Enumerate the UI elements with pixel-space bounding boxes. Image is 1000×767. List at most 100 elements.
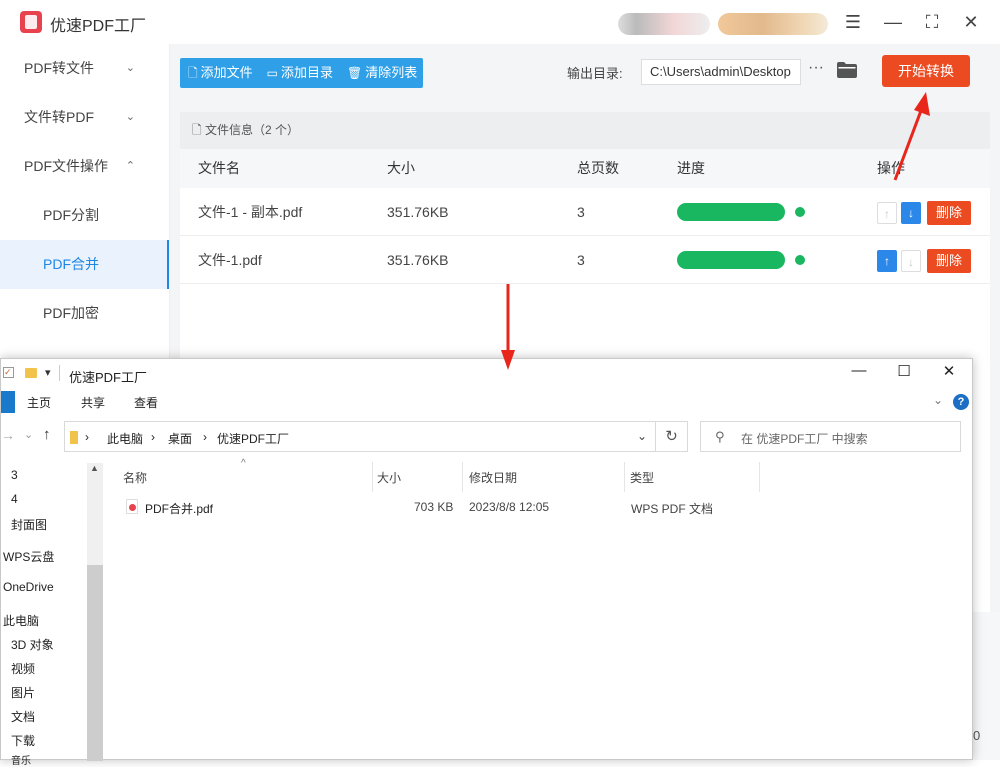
close-icon[interactable]: ✕ bbox=[937, 362, 961, 380]
table-row[interactable]: 文件-1 - 副本.pdf 351.76KB 3 ↑ ↓ 删除 bbox=[180, 188, 990, 236]
file-info-label: 文件信息（2 个） bbox=[205, 123, 300, 137]
maximize-icon[interactable]: ☐ bbox=[892, 362, 916, 380]
scrollbar-thumb[interactable] bbox=[87, 565, 103, 761]
refresh-button[interactable]: ↻ bbox=[656, 421, 688, 452]
start-convert-button[interactable]: 开始转换 bbox=[882, 55, 970, 87]
file-name: PDF合并.pdf bbox=[145, 502, 214, 516]
nav-item-downloads[interactable]: 下载 bbox=[11, 732, 35, 749]
column-divider[interactable] bbox=[624, 462, 625, 492]
delete-button[interactable]: 删除 bbox=[927, 201, 971, 225]
breadcrumb-folder[interactable]: 优速PDF工厂 bbox=[217, 430, 289, 447]
move-up-button[interactable]: ↑ bbox=[877, 250, 897, 272]
file-info-bar: 🗋 文件信息（2 个） bbox=[180, 112, 990, 149]
column-header-name[interactable]: 名称 bbox=[123, 469, 147, 486]
file-name: 文件-1.pdf bbox=[198, 251, 262, 268]
help-icon[interactable]: ? bbox=[953, 394, 969, 410]
pdf-file-icon bbox=[126, 499, 138, 514]
nav-item[interactable]: 4 bbox=[11, 492, 18, 506]
history-dropdown-icon[interactable]: ⌄ bbox=[24, 428, 33, 441]
nav-item-3d-objects[interactable]: 3D 对象 bbox=[11, 636, 54, 653]
sidebar-item-label: PDF加密 bbox=[43, 305, 99, 321]
file-modified: 2023/8/8 12:05 bbox=[469, 500, 550, 514]
sidebar-item-pdf-split[interactable]: PDF分割 bbox=[0, 191, 169, 240]
sidebar-item-pdf-to-file[interactable]: PDF转文件 ⌄ bbox=[0, 44, 169, 93]
menu-icon[interactable]: ☰ bbox=[841, 10, 865, 34]
right-edge-strip: 0 bbox=[973, 612, 1000, 760]
chevron-down-icon: ⌄ bbox=[125, 62, 135, 74]
breadcrumb-separator-icon: › bbox=[85, 430, 89, 444]
ribbon-expand-icon[interactable]: ⌄ bbox=[933, 393, 943, 407]
progress-bar bbox=[677, 251, 785, 269]
column-divider[interactable] bbox=[759, 462, 760, 492]
explorer-address-row: → ⌄ ↑ › 此电脑 › 桌面 › 优速PDF工厂 ⌄ ↻ ⚲ 在 优速PDF… bbox=[1, 421, 973, 453]
nav-item-pictures[interactable]: 图片 bbox=[11, 684, 35, 701]
move-down-button[interactable]: ↓ bbox=[901, 202, 921, 224]
column-divider[interactable] bbox=[372, 462, 373, 492]
tab-view[interactable]: 查看 bbox=[134, 394, 158, 411]
nav-item-documents[interactable]: 文档 bbox=[11, 708, 35, 725]
file-list-pane: ^ 名称 大小 修改日期 类型 PDF合并.pdf 703 KB 2023/8/… bbox=[107, 458, 973, 761]
column-header-pages: 总页数 bbox=[577, 160, 619, 176]
breadcrumb-desktop[interactable]: 桌面 bbox=[168, 430, 192, 447]
scroll-up-icon[interactable]: ▲ bbox=[90, 463, 99, 473]
up-arrow-icon[interactable]: ↑ bbox=[43, 426, 51, 443]
output-dir-input[interactable]: C:\Users\admin\Desktop bbox=[641, 59, 801, 85]
toolbar: 🗋 添加文件 ▭ 添加目录 🗑 清除列表 bbox=[180, 58, 424, 88]
sidebar-item-file-to-pdf[interactable]: 文件转PDF ⌄ bbox=[0, 93, 169, 142]
clear-list-button[interactable]: 🗑 清除列表 bbox=[339, 58, 423, 88]
close-icon[interactable]: ✕ bbox=[959, 10, 983, 34]
nav-item[interactable]: 3 bbox=[11, 468, 18, 482]
sidebar-item-pdf-encrypt[interactable]: PDF加密 bbox=[0, 289, 169, 338]
sidebar-item-pdf-operations[interactable]: PDF文件操作 ⌃ bbox=[0, 142, 169, 191]
output-more-button[interactable]: ··· bbox=[808, 59, 824, 77]
back-arrow-icon[interactable]: → bbox=[1, 427, 15, 443]
file-size: 703 KB bbox=[414, 500, 454, 514]
user-avatar[interactable] bbox=[618, 13, 710, 35]
add-file-label: 添加文件 bbox=[200, 65, 253, 80]
table-row[interactable]: 文件-1.pdf 351.76KB 3 ↑ ↓ 删除 bbox=[180, 236, 990, 284]
search-input[interactable]: ⚲ 在 优速PDF工厂 中搜索 bbox=[700, 421, 961, 452]
ribbon-file-tab[interactable] bbox=[1, 391, 15, 413]
add-dir-button[interactable]: ▭ 添加目录 bbox=[259, 58, 339, 88]
nav-item[interactable]: 封面图 bbox=[11, 516, 47, 533]
minimize-icon[interactable]: — bbox=[847, 362, 871, 379]
column-header-modified[interactable]: 修改日期 bbox=[469, 469, 517, 486]
nav-item-onedrive[interactable]: OneDrive bbox=[3, 580, 54, 594]
app-titlebar: 优速PDF工厂 ☰ — ⛶ ✕ bbox=[0, 0, 1000, 44]
column-divider[interactable] bbox=[462, 462, 463, 492]
nav-item-wps-cloud[interactable]: WPS云盘 bbox=[3, 548, 54, 565]
sidebar-item-pdf-merge[interactable]: PDF合并 bbox=[0, 240, 169, 289]
user-account-badge[interactable] bbox=[718, 13, 828, 35]
tab-share[interactable]: 共享 bbox=[81, 394, 105, 411]
file-size: 351.76KB bbox=[387, 203, 449, 220]
maximize-icon[interactable]: ⛶ bbox=[920, 10, 944, 34]
delete-button[interactable]: 删除 bbox=[927, 249, 971, 273]
tab-home[interactable]: 主页 bbox=[27, 394, 51, 411]
app-title: 优速PDF工厂 bbox=[50, 18, 147, 35]
nav-scrollbar[interactable]: ▲ bbox=[87, 463, 103, 761]
checkmark-icon[interactable]: ✓ bbox=[3, 367, 14, 378]
progress-cell bbox=[677, 251, 805, 269]
add-file-button[interactable]: 🗋 添加文件 bbox=[180, 58, 259, 88]
open-folder-icon[interactable] bbox=[837, 62, 857, 78]
breadcrumb-this-pc[interactable]: 此电脑 bbox=[107, 430, 143, 447]
column-header-size[interactable]: 大小 bbox=[377, 469, 401, 486]
add-dir-label: 添加目录 bbox=[281, 65, 334, 80]
file-icon: 🗋 bbox=[188, 66, 198, 80]
clear-list-label: 清除列表 bbox=[365, 65, 418, 80]
column-header-name: 文件名 bbox=[198, 160, 240, 176]
search-placeholder: 在 优速PDF工厂 中搜索 bbox=[741, 432, 868, 446]
progress-cell bbox=[677, 203, 805, 221]
minimize-icon[interactable]: — bbox=[881, 10, 905, 34]
move-down-button[interactable]: ↓ bbox=[901, 250, 921, 272]
search-icon: ⚲ bbox=[715, 429, 725, 444]
nav-item-this-pc[interactable]: 此电脑 bbox=[3, 612, 39, 629]
address-dropdown-icon[interactable]: ⌄ bbox=[637, 429, 647, 443]
nav-item-videos[interactable]: 视频 bbox=[11, 660, 35, 677]
quick-access-dropdown-icon[interactable]: ▾ bbox=[45, 366, 51, 379]
chevron-down-icon: ⌄ bbox=[125, 111, 135, 123]
address-bar[interactable]: › 此电脑 › 桌面 › 优速PDF工厂 ⌄ bbox=[64, 421, 656, 452]
move-up-button[interactable]: ↑ bbox=[877, 202, 897, 224]
file-pages: 3 bbox=[577, 251, 585, 268]
column-header-type[interactable]: 类型 bbox=[630, 469, 654, 486]
